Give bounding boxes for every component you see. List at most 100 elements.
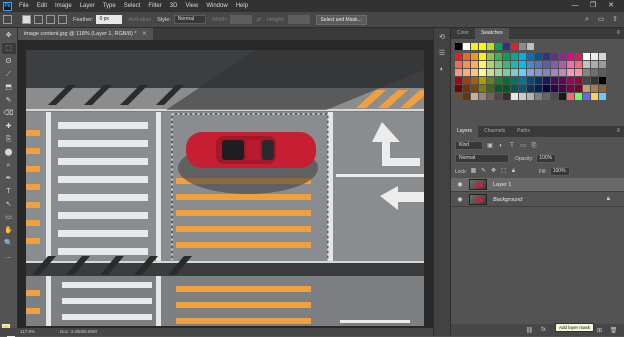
antialias-checkbox[interactable]: Anti-alias	[128, 17, 151, 23]
workspace-icon[interactable]: ▭	[596, 15, 606, 25]
type-tool-icon[interactable]: T	[2, 186, 16, 197]
swatch-69[interactable]	[551, 77, 558, 84]
swatch-46[interactable]	[519, 69, 526, 76]
swatch-recent-9[interactable]	[527, 43, 534, 50]
swatch-55[interactable]	[591, 69, 598, 76]
eyedropper-tool-icon[interactable]: ✎	[2, 95, 16, 106]
swatch-106[interactable]	[543, 93, 550, 100]
swatch-107[interactable]	[551, 93, 558, 100]
swatch-57[interactable]	[455, 77, 462, 84]
rectangle-tool-icon[interactable]: ▭	[2, 212, 16, 223]
healing-brush-tool-icon[interactable]: ⌫	[2, 108, 16, 119]
properties-panel-icon[interactable]: ☰	[435, 48, 449, 60]
swatch-45[interactable]	[511, 69, 518, 76]
swatch-21[interactable]	[471, 61, 478, 68]
swatch-68[interactable]	[543, 77, 550, 84]
menu-view[interactable]: View	[181, 0, 202, 12]
rectangular-marquee-tool-icon[interactable]: ⬚	[1, 43, 16, 54]
tab-paths[interactable]: Paths	[511, 126, 536, 137]
swatch-4[interactable]	[487, 53, 494, 60]
subtract-selection-icon[interactable]	[46, 15, 55, 24]
layer-style-icon[interactable]: fx	[539, 327, 548, 333]
swatch-108[interactable]	[559, 93, 566, 100]
swatch-13[interactable]	[559, 53, 566, 60]
menu-file[interactable]: File	[15, 0, 33, 12]
swatch-58[interactable]	[463, 77, 470, 84]
eraser-tool-icon[interactable]: ⌕	[2, 160, 16, 171]
swap-icon[interactable]: ⇄	[256, 17, 261, 23]
swatch-104[interactable]	[527, 93, 534, 100]
panel-menu-icon[interactable]: ≡	[616, 126, 620, 137]
swatch-111[interactable]	[583, 93, 590, 100]
swatch-81[interactable]	[495, 85, 502, 92]
swatch-15[interactable]	[575, 53, 582, 60]
swatch-90[interactable]	[567, 85, 574, 92]
swatch-50[interactable]	[551, 69, 558, 76]
swatch-36[interactable]	[591, 61, 598, 68]
swatch-33[interactable]	[567, 61, 574, 68]
pixel-filter-icon[interactable]: ▣	[486, 142, 494, 150]
swatch-97[interactable]	[471, 93, 478, 100]
share-icon[interactable]: ⇪	[610, 15, 620, 25]
lock-all-icon[interactable]: 🔒︎	[510, 168, 517, 175]
swatch-53[interactable]	[575, 69, 582, 76]
swatch-63[interactable]	[503, 77, 510, 84]
swatch-38[interactable]	[455, 69, 462, 76]
swatch-48[interactable]	[535, 69, 542, 76]
fill-input[interactable]: 100%	[549, 167, 570, 176]
layer-name[interactable]: Layer 1	[493, 182, 511, 188]
swatch-96[interactable]	[463, 93, 470, 100]
menu-edit[interactable]: Edit	[33, 0, 51, 12]
swatch-110[interactable]	[575, 93, 582, 100]
swatch-73[interactable]	[583, 77, 590, 84]
swatch-56[interactable]	[599, 69, 606, 76]
swatch-44[interactable]	[503, 69, 510, 76]
close-icon[interactable]: ✕	[142, 31, 147, 37]
swatch-17[interactable]	[591, 53, 598, 60]
swatch-77[interactable]	[463, 85, 470, 92]
new-selection-icon[interactable]	[22, 15, 31, 24]
swatch-67[interactable]	[535, 77, 542, 84]
swatch-83[interactable]	[511, 85, 518, 92]
swatch-100[interactable]	[495, 93, 502, 100]
swatch-78[interactable]	[471, 85, 478, 92]
swatch-101[interactable]	[503, 93, 510, 100]
restore-icon[interactable]: ❐	[584, 0, 602, 12]
zoom-tool-icon[interactable]: 🔍	[2, 238, 16, 249]
search-icon[interactable]: ⌕	[582, 15, 592, 25]
new-layer-icon[interactable]: ⊞	[595, 327, 604, 334]
hand-tool-icon[interactable]: ✋	[2, 225, 16, 236]
swatch-16[interactable]	[583, 53, 590, 60]
swatch-31[interactable]	[551, 61, 558, 68]
swatch-28[interactable]	[527, 61, 534, 68]
swatch-29[interactable]	[535, 61, 542, 68]
swatch-32[interactable]	[559, 61, 566, 68]
lock-image-icon[interactable]: ✎	[480, 168, 487, 175]
minimize-icon[interactable]: —	[566, 0, 584, 12]
layer-row-background[interactable]: ◉ Background 🔒︎	[451, 193, 624, 207]
delete-layer-icon[interactable]: 🗑︎	[609, 327, 618, 334]
swatch-59[interactable]	[471, 77, 478, 84]
layer-name[interactable]: Background	[493, 197, 522, 203]
swatch-65[interactable]	[519, 77, 526, 84]
menu-image[interactable]: Image	[51, 0, 76, 12]
swatch-42[interactable]	[487, 69, 494, 76]
swatch-49[interactable]	[543, 69, 550, 76]
swatch-89[interactable]	[559, 85, 566, 92]
swatch-recent-6[interactable]	[503, 43, 510, 50]
swatch-27[interactable]	[519, 61, 526, 68]
layer-kind-filter[interactable]: Kind	[455, 141, 483, 150]
menu-filter[interactable]: Filter	[144, 0, 165, 12]
swatch-66[interactable]	[527, 77, 534, 84]
type-filter-icon[interactable]: T	[508, 142, 516, 150]
smart-object-filter-icon[interactable]: ⎘	[530, 142, 538, 150]
visibility-eye-icon[interactable]: ◉	[455, 196, 465, 203]
panel-menu-icon[interactable]: ≡	[616, 28, 620, 39]
swatch-87[interactable]	[543, 85, 550, 92]
swatch-26[interactable]	[511, 61, 518, 68]
swatch-113[interactable]	[599, 93, 606, 100]
swatch-112[interactable]	[591, 93, 598, 100]
menu-select[interactable]: Select	[120, 0, 145, 12]
close-icon[interactable]: ✕	[602, 0, 620, 12]
swatch-82[interactable]	[503, 85, 510, 92]
